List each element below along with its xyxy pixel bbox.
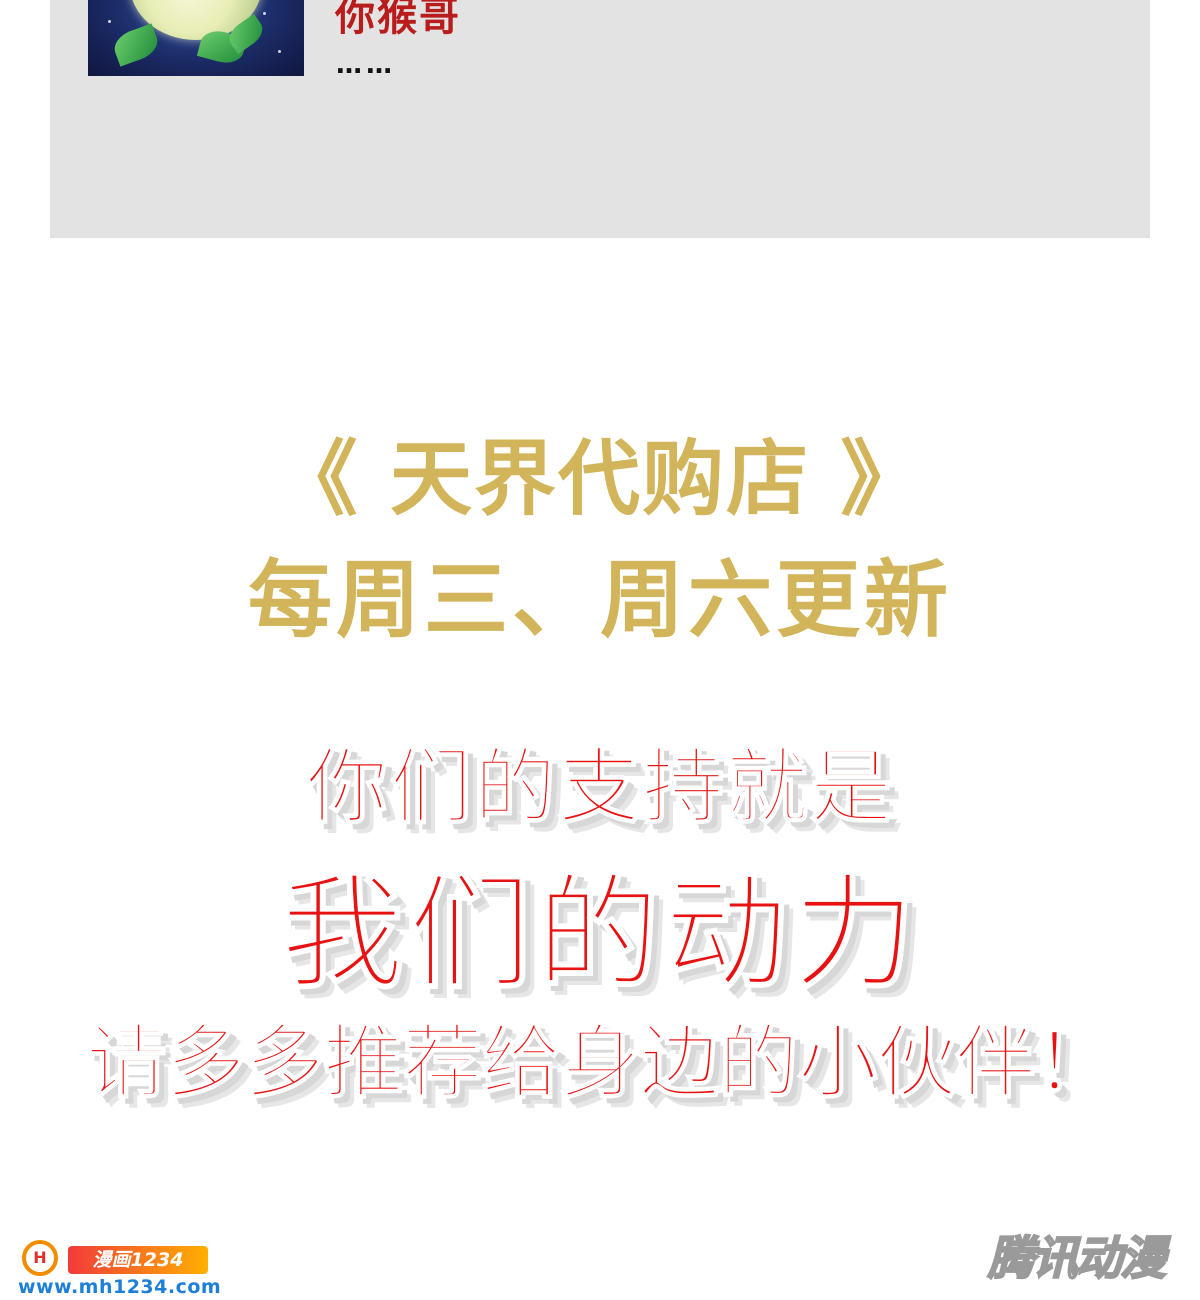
sparkle-icon xyxy=(108,20,111,23)
sparkle-icon xyxy=(278,50,281,53)
tencent-comic-watermark: 腾讯动漫 xyxy=(987,1230,1167,1286)
avatar[interactable] xyxy=(88,0,304,76)
leaf-icon xyxy=(110,23,162,67)
update-schedule: 每周三、周六更新 xyxy=(247,551,952,649)
comment-card: 你猴哥 …… xyxy=(50,0,1150,238)
mh1234-url: www.mh1234.com xyxy=(18,1276,222,1298)
comic-title: 《 天界代购店 》 xyxy=(275,432,925,527)
appeal-line-1: 你们的支持就是 xyxy=(305,739,894,836)
appeal-line-3: 请多多推荐给身边的小伙伴！ xyxy=(86,1015,1116,1110)
sparkle-icon xyxy=(263,12,266,15)
appeal-line-2: 我们的动力 xyxy=(279,861,920,1007)
mh1234-brand: 漫画1234 xyxy=(68,1246,208,1274)
comment-username[interactable]: 你猴哥 xyxy=(335,0,461,42)
mh1234-logo-icon: H xyxy=(22,1240,58,1276)
comment-text: …… xyxy=(336,50,396,80)
mh1234-watermark: H 漫画1234 www.mh1234.com xyxy=(18,1238,222,1298)
